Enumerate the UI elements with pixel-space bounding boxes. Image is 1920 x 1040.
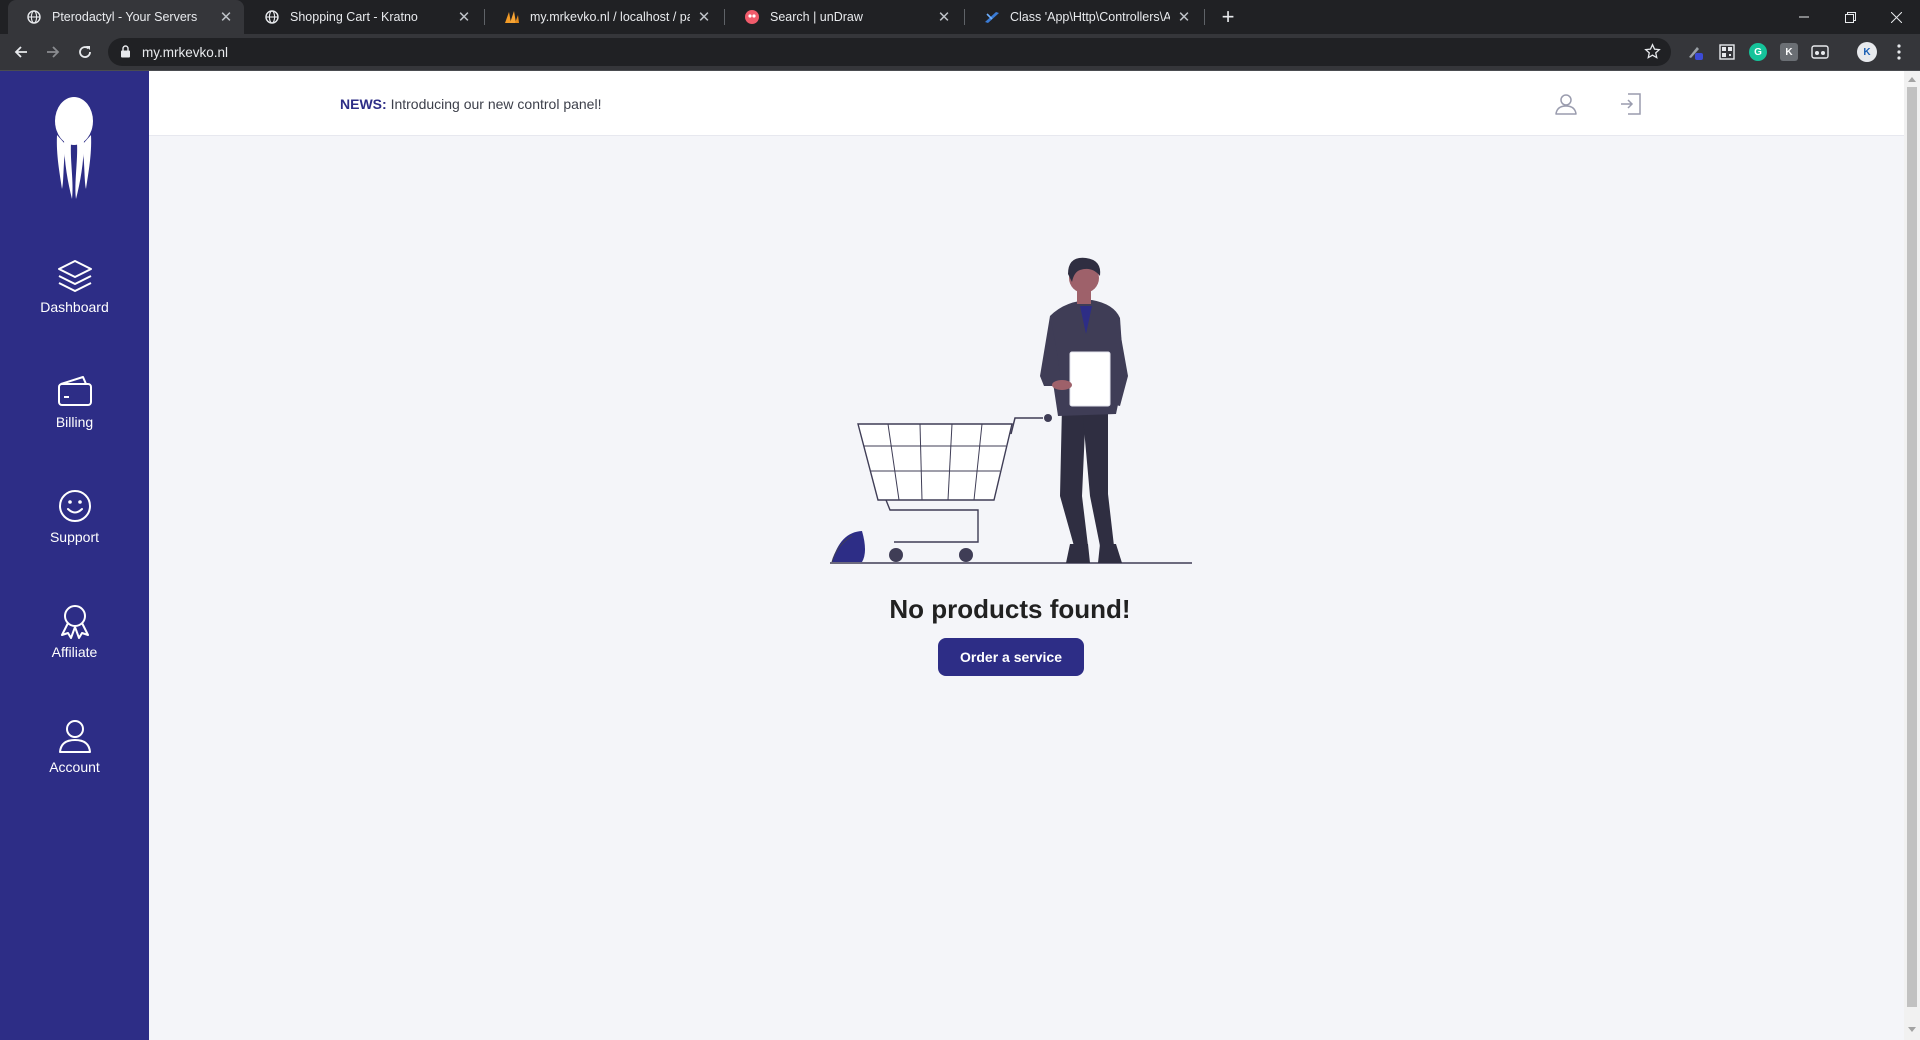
sidebar-item-label: Account [49,759,100,775]
profile-avatar[interactable]: K [1857,42,1877,62]
tab-title: Search | unDraw [770,10,863,24]
tab-separator [964,9,965,25]
sidebar: Dashboard Billing Support Affiliate Acco… [0,71,149,1040]
smiley-icon [57,486,93,526]
award-icon [57,601,93,641]
sidebar-item-label: Support [49,529,100,545]
undraw-icon [744,9,760,25]
reload-icon[interactable] [72,39,98,65]
close-tab-icon[interactable]: ✕ [1176,8,1192,26]
grammarly-icon[interactable]: G [1749,43,1767,61]
browser-tab-strip: Pterodactyl - Your Servers ✕ Shopping Ca… [0,0,1920,34]
globe-icon [264,9,280,25]
back-arrow-icon[interactable] [8,39,34,65]
logout-icon[interactable] [1619,92,1643,116]
bookmark-star-icon[interactable] [1644,43,1661,65]
vscode-icon [984,9,1000,25]
sidebar-item-label: Affiliate [51,644,98,660]
sidebar-item-affiliate[interactable]: Affiliate [0,601,149,681]
tab-separator [1204,9,1205,25]
scrollbar-thumb[interactable] [1907,87,1917,1007]
sidebar-item-support[interactable]: Support [0,486,149,566]
news-label: NEWS: [340,96,387,112]
empty-cart-illustration [830,256,1200,571]
glasses-icon[interactable] [1811,43,1829,61]
new-tab-button[interactable]: + [1215,4,1241,30]
page-scrollbar[interactable] [1904,71,1920,1040]
tab-separator [484,9,485,25]
wallet-icon [57,371,93,411]
scroll-down-arrow-icon[interactable] [1908,1027,1916,1032]
user-icon [57,716,93,756]
restore-icon[interactable] [1827,0,1873,34]
tab-shopping-cart[interactable]: Shopping Cart - Kratno ✕ [246,0,482,34]
close-tab-icon[interactable]: ✕ [456,8,472,26]
lock-icon [120,45,131,63]
url-text: my.mrkevko.nl [142,45,229,60]
tab-title: Pterodactyl - Your Servers [52,10,198,24]
sidebar-item-account[interactable]: Account [0,716,149,796]
phpmyadmin-icon [504,9,520,25]
tab-title: Class 'App\Http\Controllers\Auth [1010,10,1170,24]
news-text: Introducing our new control panel! [390,96,602,112]
empty-state-title: No products found! [889,594,1131,624]
globe-icon [26,9,42,25]
qr-code-icon[interactable] [1718,43,1736,61]
address-bar[interactable]: my.mrkevko.nl [108,38,1671,66]
account-user-icon[interactable] [1554,92,1578,116]
extension-k-icon[interactable]: K [1780,43,1798,61]
extension-pencil-icon[interactable] [1686,43,1704,61]
top-header: NEWS: Introducing our new control panel! [149,71,1904,136]
forward-arrow-icon[interactable] [40,39,66,65]
scroll-up-arrow-icon[interactable] [1908,77,1916,82]
tab-pterodactyl[interactable]: Pterodactyl - Your Servers ✕ [8,0,244,34]
close-tab-icon[interactable]: ✕ [936,8,952,26]
sidebar-item-label: Billing [55,414,94,430]
news-banner: NEWS: Introducing our new control panel! [340,96,601,112]
close-window-icon[interactable] [1873,0,1919,34]
tab-title: my.mrkevko.nl / localhost / panel [530,10,690,24]
tab-undraw[interactable]: Search | unDraw ✕ [726,0,962,34]
tab-separator [724,9,725,25]
close-tab-icon[interactable]: ✕ [218,8,234,26]
octopus-logo-icon[interactable] [48,95,100,208]
browser-toolbar: my.mrkevko.nl G K K [0,34,1920,70]
tab-vscode[interactable]: Class 'App\Http\Controllers\Auth ✕ [966,0,1202,34]
order-service-button[interactable]: Order a service [938,638,1084,676]
more-menu-icon[interactable] [1890,43,1908,61]
minimize-icon[interactable] [1781,0,1827,34]
sidebar-item-dashboard[interactable]: Dashboard [0,256,149,336]
close-tab-icon[interactable]: ✕ [696,8,712,26]
tab-phpmyadmin[interactable]: my.mrkevko.nl / localhost / panel ✕ [486,0,722,34]
layers-icon [57,256,93,296]
sidebar-item-label: Dashboard [40,299,109,315]
tab-title: Shopping Cart - Kratno [290,10,418,24]
sidebar-item-billing[interactable]: Billing [0,371,149,451]
